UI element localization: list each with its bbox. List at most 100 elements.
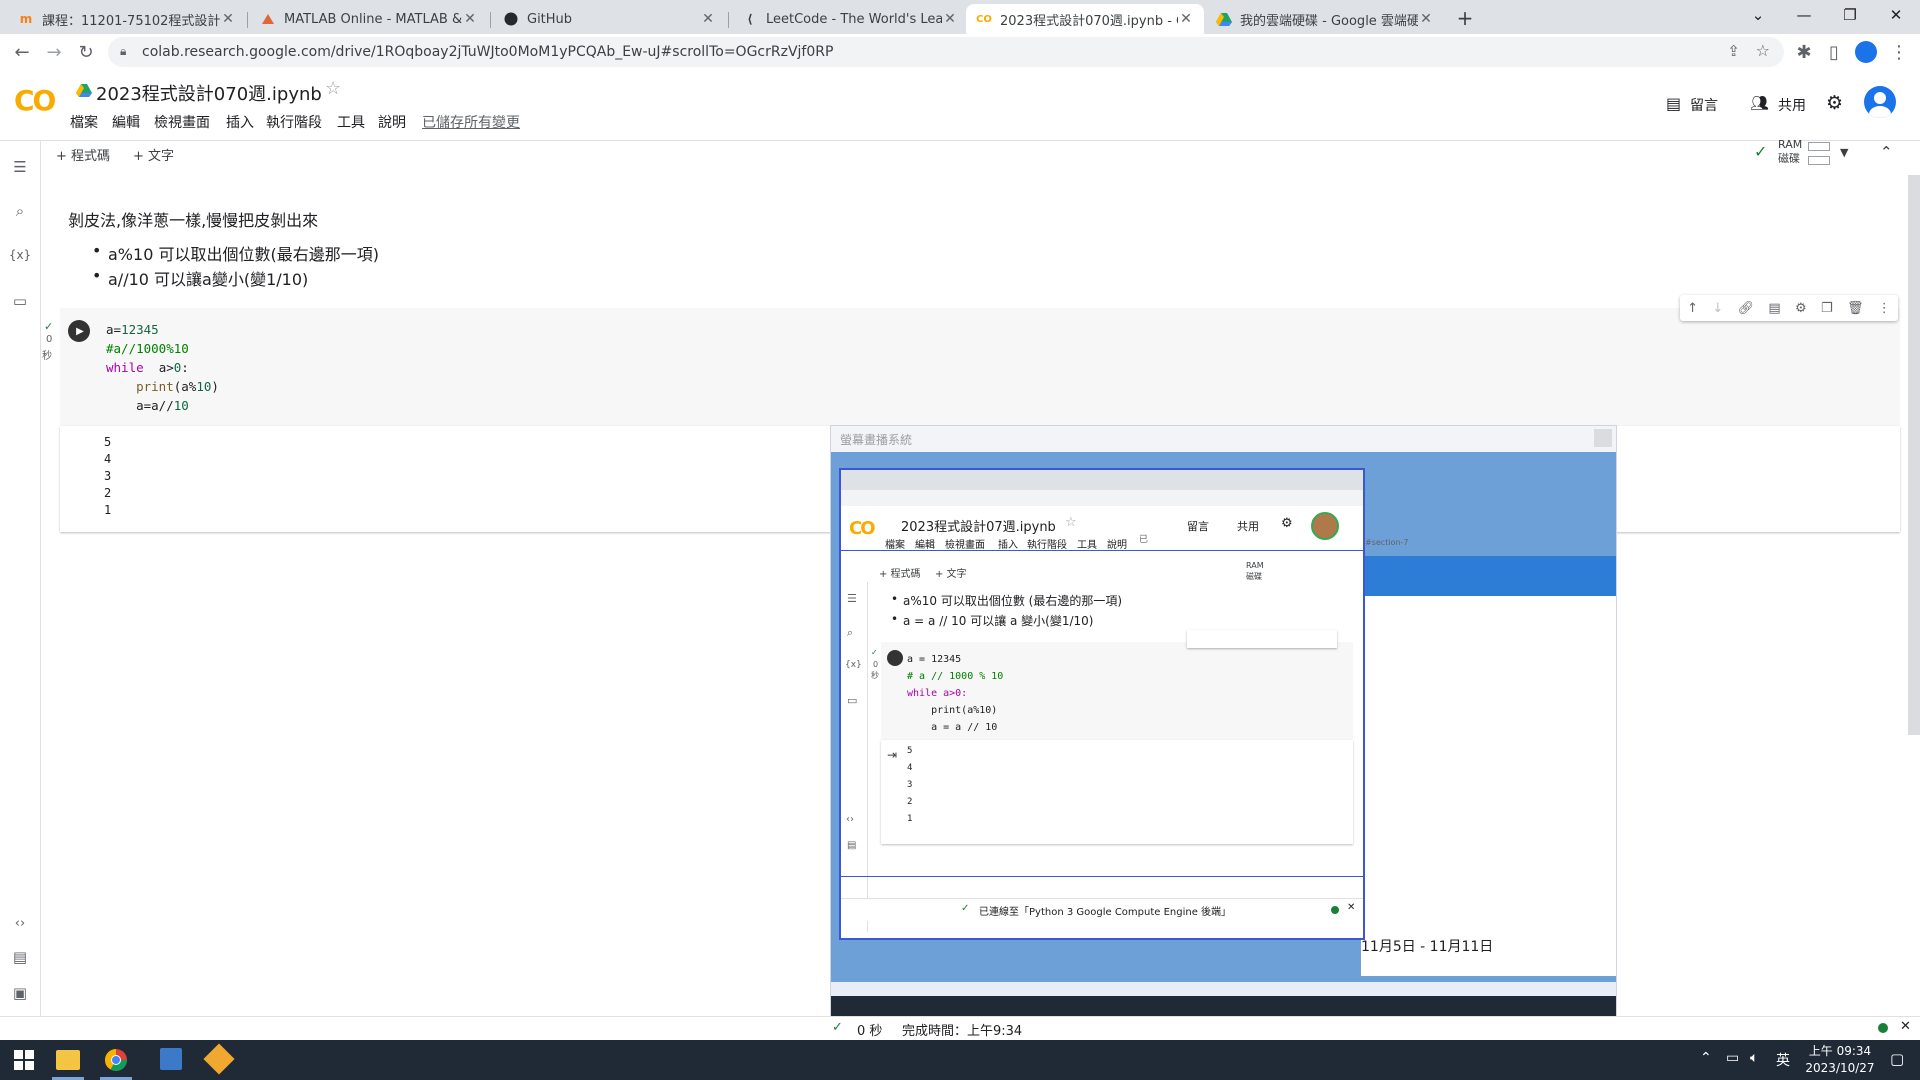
background-window: #section-7 11月5日 - 11月11日 [1361, 538, 1616, 976]
minimize-button[interactable]: — [1781, 0, 1827, 30]
extensions-icon[interactable]: ✱ [1790, 38, 1818, 66]
inner-exec-time: 0 [873, 660, 879, 669]
tab-search-button[interactable]: ⌄ [1735, 0, 1781, 30]
notification-icon[interactable]: ▢ [1890, 1050, 1904, 1068]
code-snippets-icon[interactable]: ‹› [8, 911, 32, 935]
runtime-dropdown-icon[interactable]: ▼ [1840, 146, 1848, 159]
menu-view[interactable]: 檢視畫面 [154, 112, 210, 132]
forward-icon[interactable]: → [40, 38, 68, 66]
colab-logo[interactable]: CO [14, 84, 56, 117]
code-line-2[interactable]: #a//1000%10 [106, 341, 189, 356]
run-cell-button[interactable]: ▶ [68, 320, 90, 342]
inner-notebook-title: 2023程式設計07週.ipynb [901, 520, 1056, 535]
code-line-1[interactable]: a=12345 [106, 322, 159, 337]
network-icon[interactable]: ▭ [1726, 1050, 1739, 1066]
share-button[interactable]: 共用 [1778, 95, 1806, 115]
restore-button[interactable]: ❐ [1827, 0, 1873, 30]
reload-icon[interactable]: ↻ [72, 38, 100, 66]
git-icon[interactable] [203, 1043, 235, 1075]
back-icon[interactable]: ← [8, 38, 36, 66]
comment-button[interactable]: 留言 [1690, 95, 1718, 115]
mirror-cell-icon[interactable]: ❐ [1821, 301, 1833, 316]
close-icon[interactable]: ✕ [1418, 11, 1434, 27]
disk-bar [1808, 156, 1830, 165]
menu-insert[interactable]: 插入 [226, 112, 254, 132]
account-avatar[interactable] [1864, 86, 1896, 118]
inner-status-close: ✕ [1347, 902, 1356, 913]
tab-separator [490, 12, 491, 28]
star-icon[interactable]: ☆ [325, 78, 341, 99]
link-icon[interactable]: 🔗︎ [1738, 301, 1755, 316]
share-close-button[interactable] [1594, 429, 1612, 447]
save-status[interactable]: 已儲存所有變更 [422, 112, 520, 132]
add-code-button[interactable]: + 程式碼 [56, 145, 110, 164]
scrollbar-thumb[interactable] [1908, 175, 1920, 735]
inner-resource-monitor: RAM 磁碟 [1246, 560, 1264, 582]
code-line-5[interactable]: a=a//10 [106, 398, 189, 413]
status-close-icon[interactable]: ✕ [1900, 1019, 1911, 1034]
search-icon[interactable]: ⌕ [8, 199, 32, 223]
markdown-bullet-2: a//10 可以讓a變小(變1/10) [108, 270, 309, 289]
add-text-button[interactable]: + 文字 [133, 145, 174, 164]
drive-icon [76, 82, 92, 101]
clock[interactable]: 上午 09:34 2023/10/27 [1800, 1043, 1880, 1077]
side-panel-icon[interactable]: ▯ [1820, 38, 1848, 66]
tab-leetcode[interactable]: ⟨ LeetCode - The World's Leadin ✕ [732, 4, 968, 34]
tray-chevron-icon[interactable]: ⌃ [1700, 1050, 1712, 1066]
chrome-menu-icon[interactable]: ⋮ [1885, 38, 1913, 66]
terminal-icon[interactable]: ▣ [8, 981, 32, 1005]
command-palette-icon[interactable]: ▤ [8, 945, 32, 969]
tab-colab[interactable]: CO 2023程式設計070週.ipynb - Co ✕ [966, 4, 1204, 34]
chrome-icon[interactable] [104, 1048, 128, 1076]
notebook-title[interactable]: 2023程式設計070週.ipynb [96, 80, 322, 106]
tab-drive[interactable]: 我的雲端硬碟 - Google 雲端硬碟 ✕ [1206, 4, 1444, 34]
tab-github[interactable]: GitHub ✕ [493, 4, 726, 34]
code-line-3[interactable]: while a>0: [106, 360, 189, 375]
move-down-icon[interactable]: ↓ [1712, 301, 1723, 316]
variables-icon[interactable]: {x} [8, 243, 32, 267]
resource-monitor[interactable]: RAM 磁碟 [1778, 138, 1802, 166]
share-page-icon[interactable]: ⇪ [1727, 42, 1740, 60]
inner-toc-icon: ☰ [847, 592, 857, 605]
app-icon[interactable] [160, 1048, 182, 1070]
profile-avatar[interactable] [1855, 41, 1877, 63]
inner-exec-check: ✓ [871, 648, 878, 657]
move-up-icon[interactable]: ↑ [1687, 301, 1698, 316]
close-icon[interactable]: ✕ [220, 11, 236, 27]
ime-indicator[interactable]: 英 [1776, 1050, 1790, 1070]
close-icon[interactable]: ✕ [942, 11, 958, 27]
comment-cell-icon[interactable]: ▤ [1768, 301, 1780, 316]
inner-menu-view: 檢視畫面 [945, 540, 985, 551]
address-bar[interactable]: 🔒︎ colab.research.google.com/drive/1ROqb… [108, 37, 1784, 67]
toc-icon[interactable]: ☰ [8, 155, 32, 179]
close-icon[interactable]: ✕ [462, 11, 478, 27]
cell-settings-icon[interactable]: ⚙ [1795, 301, 1807, 316]
volume-icon[interactable]: 🔈︎ [1750, 1050, 1758, 1066]
close-icon[interactable]: ✕ [700, 11, 716, 27]
mini-section-label: #section-7 [1365, 538, 1409, 547]
menu-file[interactable]: 檔案 [70, 112, 98, 132]
delete-icon[interactable]: 🗑︎ [1847, 301, 1864, 316]
code-line-4[interactable]: print(a%10) [106, 379, 219, 394]
menu-tools[interactable]: 工具 [337, 112, 365, 132]
close-icon[interactable]: ✕ [1178, 11, 1194, 27]
more-options-icon[interactable]: ⋮ [1878, 301, 1891, 316]
bookmark-star-icon[interactable]: ☆ [1756, 41, 1770, 60]
close-window-button[interactable]: ✕ [1873, 0, 1919, 30]
tab-matlab[interactable]: MATLAB Online - MATLAB & S ✕ [250, 4, 488, 34]
inner-tab-strip [841, 470, 1363, 490]
folder-icon[interactable]: ▭ [8, 289, 32, 313]
screen-share-window[interactable]: 螢幕畫播系統 #section-7 11月5日 - 11月11日 CO 2023… [830, 425, 1617, 1017]
ram-label: RAM [1778, 138, 1803, 151]
collapse-header-icon[interactable]: ⌃ [1880, 143, 1893, 161]
settings-gear-icon[interactable]: ⚙ [1826, 92, 1843, 114]
menu-runtime[interactable]: 執行階段 [266, 112, 322, 132]
tab-course[interactable]: m 課程：11201-75102程式設計 ( ✕ [8, 4, 246, 34]
new-tab-button[interactable]: + [1452, 6, 1478, 30]
windows-start-icon[interactable] [14, 1050, 34, 1074]
code-cell[interactable]: ▶ a=12345 #a//1000%10 while a>0: print(a… [60, 308, 1900, 426]
file-explorer-icon[interactable] [56, 1050, 80, 1070]
menu-help[interactable]: 說明 [378, 112, 406, 132]
markdown-heading: 剝皮法,像洋蔥一樣,慢慢把皮剝出來 [68, 211, 319, 230]
menu-edit[interactable]: 編輯 [112, 112, 140, 132]
